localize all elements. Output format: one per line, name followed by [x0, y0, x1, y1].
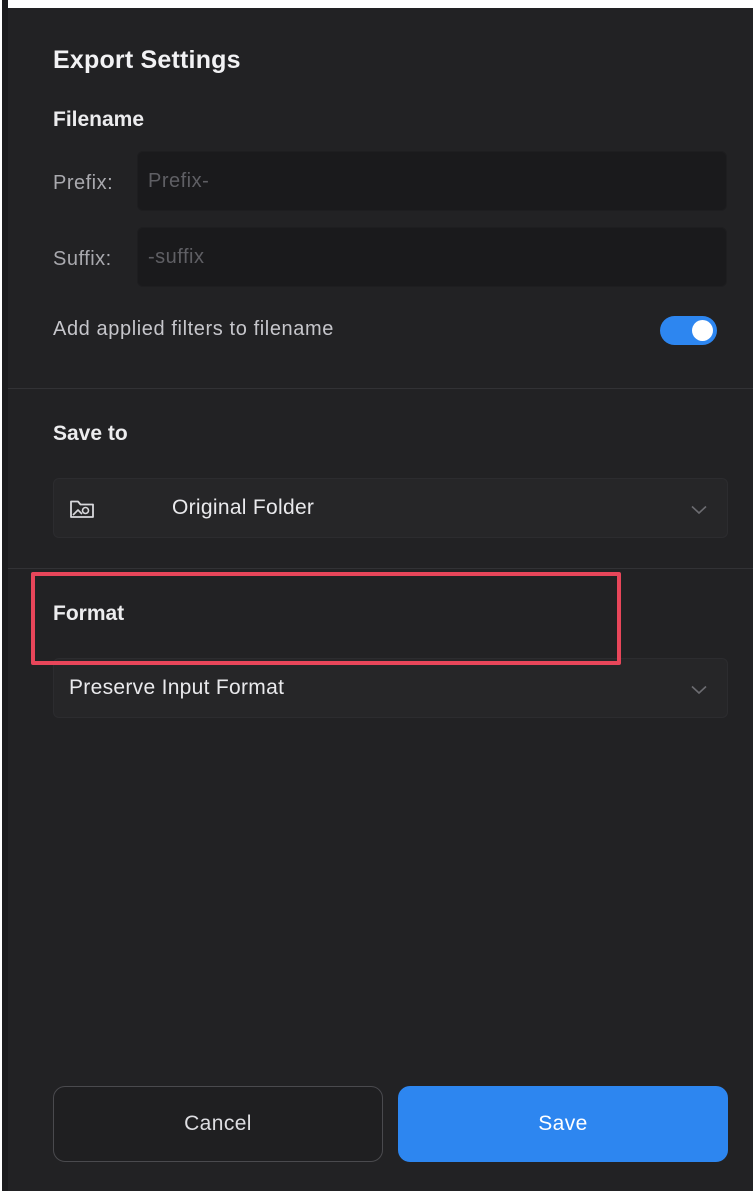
save-to-dropdown[interactable]: Original Folder: [53, 478, 728, 538]
save-button[interactable]: Save: [398, 1086, 728, 1162]
export-settings-panel: Export Settings Filename Prefix: Suffix:…: [8, 8, 753, 1191]
format-value: Preserve Input Format: [69, 676, 285, 699]
chevron-down-icon: [691, 502, 707, 515]
section-divider: [8, 388, 753, 389]
prefix-input[interactable]: [137, 151, 727, 211]
toggle-knob: [692, 320, 713, 341]
filename-heading: Filename: [53, 108, 145, 131]
chevron-down-icon: [691, 682, 707, 695]
window-edge: [0, 0, 8, 1191]
add-filters-label: Add applied filters to filename: [53, 318, 334, 340]
suffix-label: Suffix:: [53, 248, 112, 270]
format-highlight-box: [31, 572, 621, 665]
format-dropdown[interactable]: Preserve Input Format: [53, 658, 728, 718]
folder-image-icon: [69, 497, 95, 519]
cancel-button[interactable]: Cancel: [53, 1086, 383, 1162]
save-to-heading: Save to: [53, 422, 128, 445]
section-divider: [8, 568, 753, 569]
add-filters-toggle[interactable]: [660, 316, 717, 345]
dialog-title: Export Settings: [53, 46, 241, 74]
suffix-input[interactable]: [137, 227, 727, 287]
prefix-label: Prefix:: [53, 172, 114, 194]
save-to-value: Original Folder: [172, 496, 315, 519]
